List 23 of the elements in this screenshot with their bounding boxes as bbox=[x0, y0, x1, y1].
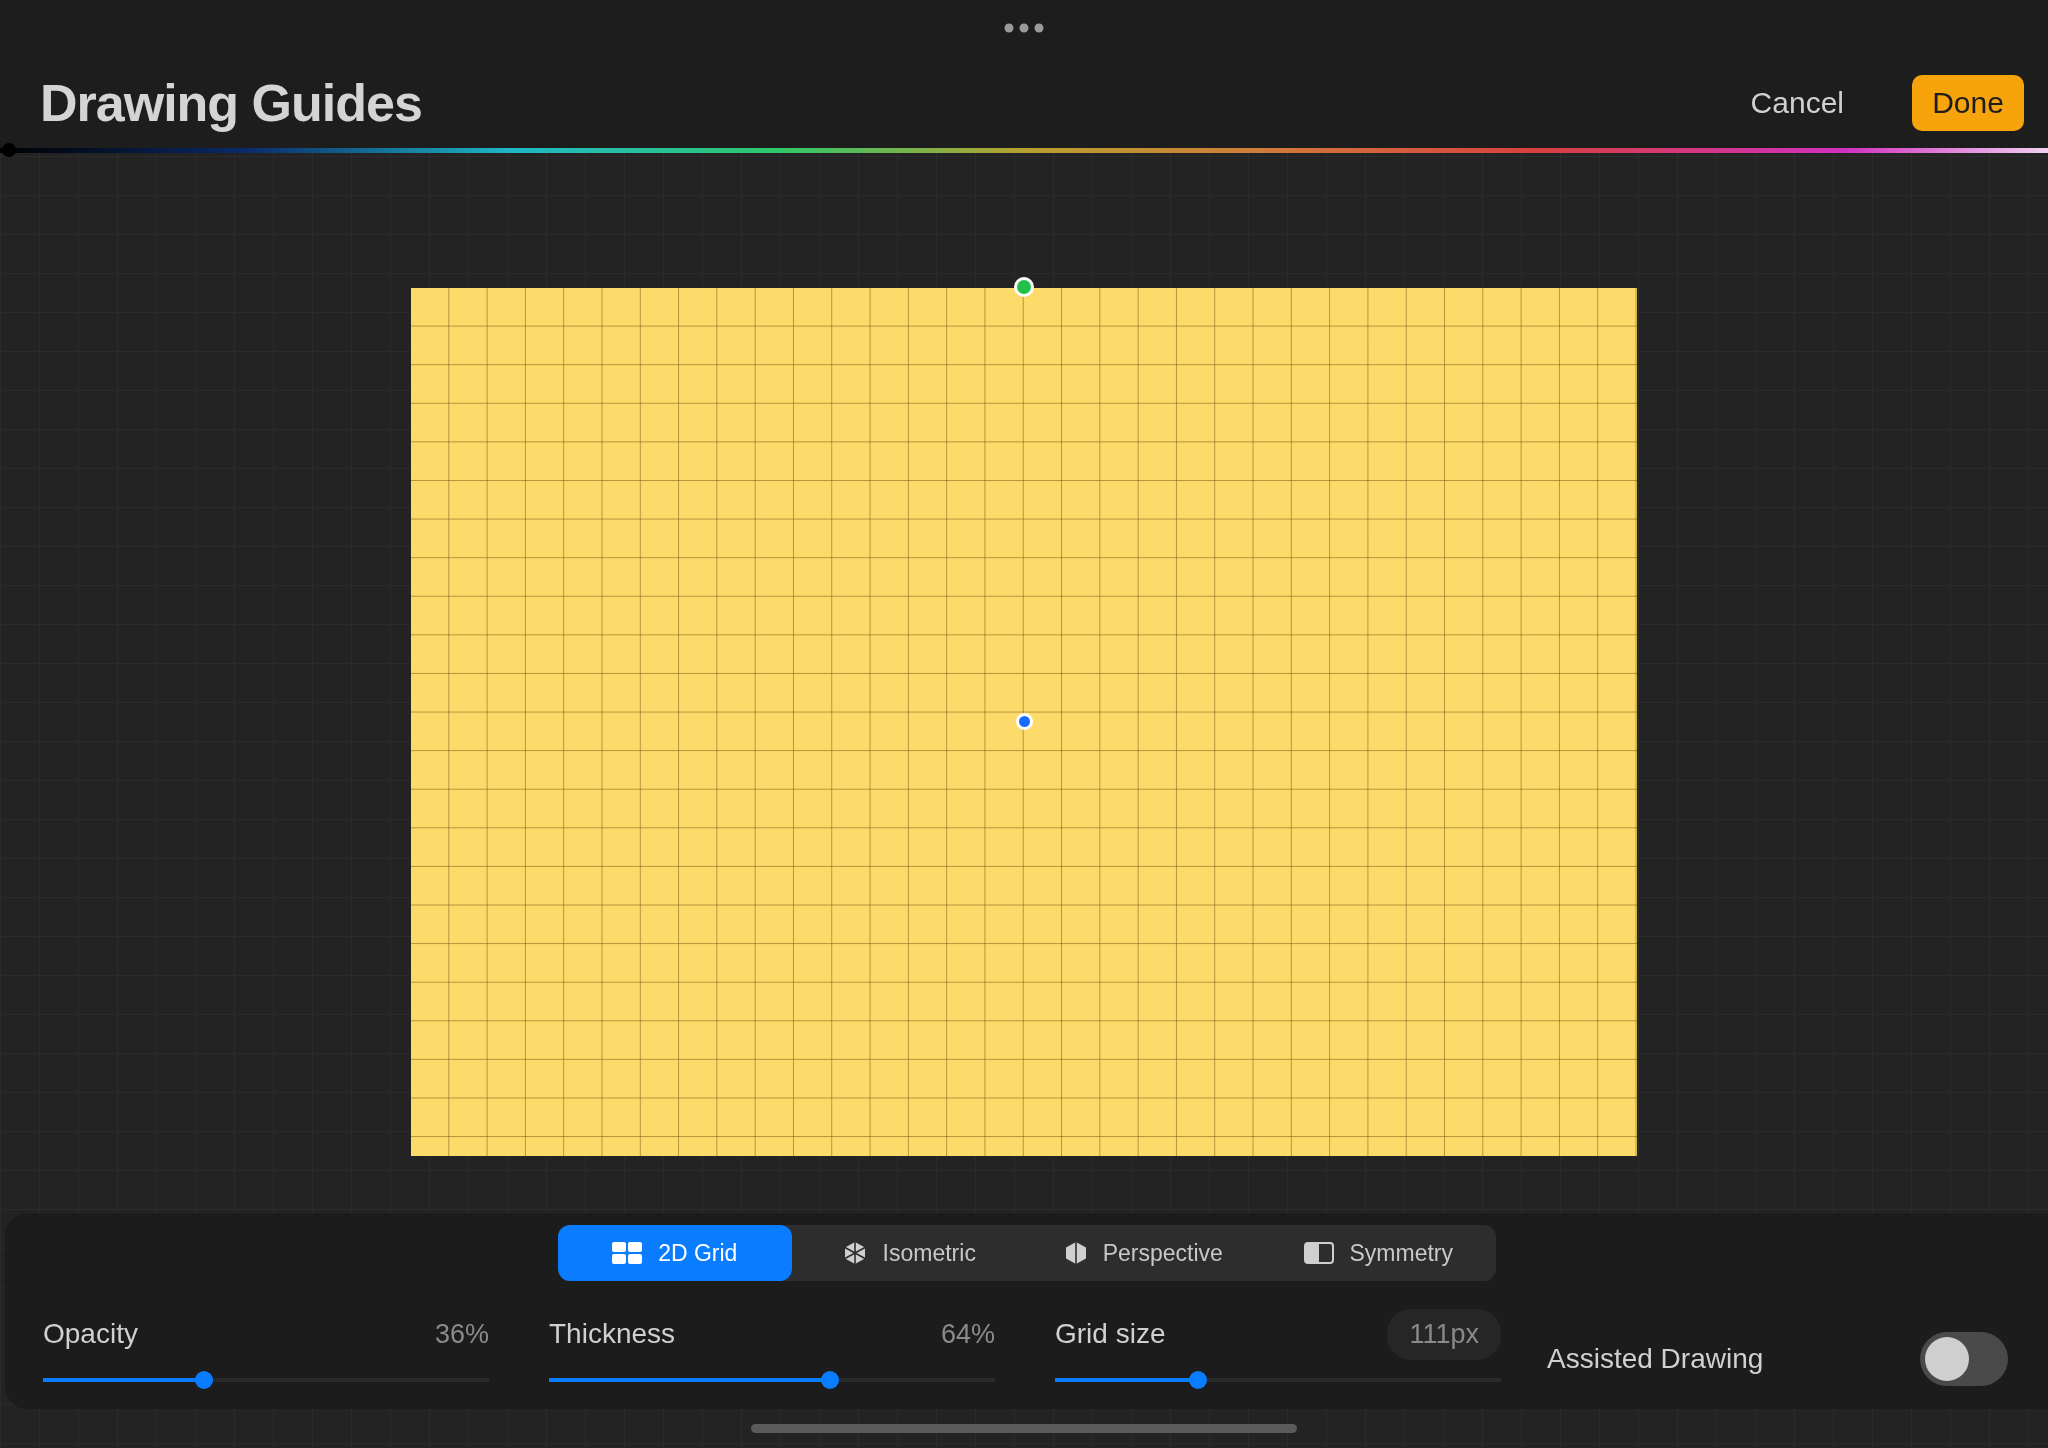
more-icon[interactable] bbox=[1004, 23, 1044, 33]
mode-tab[interactable]: Isometric bbox=[792, 1225, 1027, 1281]
done-button[interactable]: Done bbox=[1912, 75, 2024, 131]
mode-tab[interactable]: 2D Grid bbox=[557, 1225, 792, 1281]
center-handle[interactable] bbox=[1015, 713, 1033, 730]
slider-value: 36% bbox=[434, 1318, 489, 1350]
slider-label: Grid size bbox=[1055, 1318, 1166, 1350]
hexagon-icon bbox=[1064, 1241, 1087, 1265]
page-title: Drawing Guides bbox=[40, 73, 423, 133]
mode-tab[interactable]: Perspective bbox=[1026, 1225, 1261, 1281]
half-square-icon bbox=[1303, 1242, 1334, 1264]
hexagon-icon bbox=[842, 1241, 867, 1265]
mode-tab[interactable]: Symmetry bbox=[1261, 1225, 1496, 1281]
slider-label: Opacity bbox=[43, 1318, 138, 1350]
value-field[interactable]: 111px bbox=[1387, 1308, 1501, 1360]
slider-value: 64% bbox=[940, 1318, 995, 1350]
slider-label: Thickness bbox=[549, 1318, 676, 1350]
toggle-label: Assisted Drawing bbox=[1547, 1343, 1764, 1375]
slider-handle[interactable] bbox=[2, 143, 16, 157]
grid-icon bbox=[612, 1242, 643, 1264]
cancel-button[interactable]: Cancel bbox=[1742, 78, 1852, 128]
assisted-drawing-toggle[interactable] bbox=[1920, 1332, 2008, 1386]
rotation-handle[interactable] bbox=[1014, 277, 1034, 297]
